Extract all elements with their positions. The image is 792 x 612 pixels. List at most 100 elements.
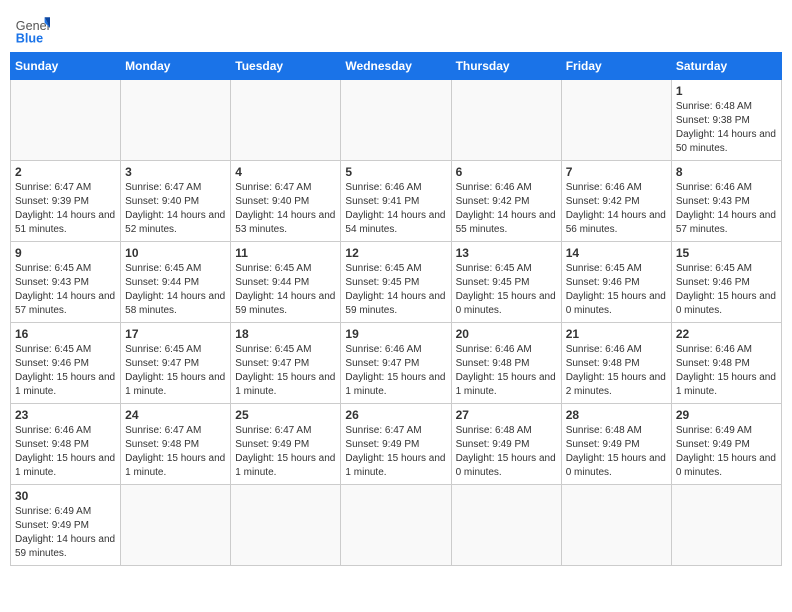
day-info: Sunrise: 6:47 AM Sunset: 9:49 PM Dayligh… [235,424,336,480]
day-info: Sunrise: 6:48 AM Sunset: 9:49 PM Dayligh… [566,424,667,480]
day-number: 26 [345,408,446,422]
calendar-cell [231,485,341,566]
day-info: Sunrise: 6:49 AM Sunset: 9:49 PM Dayligh… [676,424,777,480]
day-number: 15 [676,246,777,260]
day-info: Sunrise: 6:45 AM Sunset: 9:44 PM Dayligh… [235,262,336,318]
week-row-2: 9 Sunrise: 6:45 AM Sunset: 9:43 PM Daylig… [11,242,782,323]
calendar-cell [231,80,341,161]
calendar-cell: 30 Sunrise: 6:49 AM Sunset: 9:49 PM Dayli… [11,485,121,566]
day-header-monday: Monday [121,53,231,80]
day-info: Sunrise: 6:46 AM Sunset: 9:48 PM Dayligh… [566,343,667,399]
calendar-cell: 19Sunrise: 6:46 AM Sunset: 9:47 PM Dayli… [341,323,451,404]
day-info: Sunrise: 6:45 AM Sunset: 9:47 PM Dayligh… [125,343,226,399]
day-number: 10 [125,246,226,260]
day-info: Sunrise: 6:47 AM Sunset: 9:49 PM Dayligh… [345,424,446,480]
calendar-cell: 20 Sunrise: 6:46 AM Sunset: 9:48 PM Dayli… [451,323,561,404]
day-header-friday: Friday [561,53,671,80]
calendar-cell: 13 Sunrise: 6:45 AM Sunset: 9:45 PM Dayli… [451,242,561,323]
day-header-sunday: Sunday [11,53,121,80]
day-info: Sunrise: 6:46 AM Sunset: 9:41 PM Dayligh… [345,181,446,237]
calendar-cell [451,80,561,161]
calendar-cell: 18 Sunrise: 6:45 AM Sunset: 9:47 PM Dayli… [231,323,341,404]
day-number: 13 [456,246,557,260]
page-header: General Blue [10,10,782,46]
calendar-cell: 27 Sunrise: 6:48 AM Sunset: 9:49 PM Dayli… [451,404,561,485]
day-number: 25 [235,408,336,422]
calendar-cell: 16 Sunrise: 6:45 AM Sunset: 9:46 PM Dayli… [11,323,121,404]
calendar-cell [451,485,561,566]
day-info: Sunrise: 6:45 AM Sunset: 9:45 PM Dayligh… [345,262,446,318]
day-info: Sunrise: 6:45 AM Sunset: 9:46 PM Dayligh… [566,262,667,318]
calendar-cell: 1 Sunrise: 6:48 AM Sunset: 9:38 PM Daylig… [671,80,781,161]
day-info: Sunrise: 6:45 AM Sunset: 9:45 PM Dayligh… [456,262,557,318]
calendar-cell: 4Sunrise: 6:47 AM Sunset: 9:40 PM Daylig… [231,161,341,242]
day-info: Sunrise: 6:49 AM Sunset: 9:49 PM Dayligh… [15,505,116,561]
day-info: Sunrise: 6:45 AM Sunset: 9:43 PM Dayligh… [15,262,116,318]
week-row-3: 16 Sunrise: 6:45 AM Sunset: 9:46 PM Dayli… [11,323,782,404]
day-number: 22 [676,327,777,341]
day-number: 5 [345,165,446,179]
calendar-cell: 15 Sunrise: 6:45 AM Sunset: 9:46 PM Dayli… [671,242,781,323]
day-info: Sunrise: 6:47 AM Sunset: 9:48 PM Dayligh… [125,424,226,480]
day-number: 30 [15,489,116,503]
calendar-cell: 6Sunrise: 6:46 AM Sunset: 9:42 PM Daylig… [451,161,561,242]
svg-text:Blue: Blue [16,31,43,45]
day-number: 9 [15,246,116,260]
day-number: 23 [15,408,116,422]
calendar-cell [11,80,121,161]
day-info: Sunrise: 6:45 AM Sunset: 9:44 PM Dayligh… [125,262,226,318]
week-row-1: 2Sunrise: 6:47 AM Sunset: 9:39 PM Daylig… [11,161,782,242]
calendar-cell: 10 Sunrise: 6:45 AM Sunset: 9:44 PM Dayli… [121,242,231,323]
day-number: 16 [15,327,116,341]
calendar-cell: 29 Sunrise: 6:49 AM Sunset: 9:49 PM Dayli… [671,404,781,485]
day-number: 14 [566,246,667,260]
calendar-cell [671,485,781,566]
day-number: 7 [566,165,667,179]
logo: General Blue [14,10,50,46]
calendar-cell: 2Sunrise: 6:47 AM Sunset: 9:39 PM Daylig… [11,161,121,242]
day-header-tuesday: Tuesday [231,53,341,80]
day-info: Sunrise: 6:47 AM Sunset: 9:40 PM Dayligh… [125,181,226,237]
calendar-cell [561,80,671,161]
day-number: 29 [676,408,777,422]
day-info: Sunrise: 6:46 AM Sunset: 9:42 PM Dayligh… [566,181,667,237]
calendar-cell: 22 Sunrise: 6:46 AM Sunset: 9:48 PM Dayli… [671,323,781,404]
calendar-cell: 3 Sunrise: 6:47 AM Sunset: 9:40 PM Daylig… [121,161,231,242]
day-info: Sunrise: 6:46 AM Sunset: 9:48 PM Dayligh… [676,343,777,399]
day-info: Sunrise: 6:46 AM Sunset: 9:48 PM Dayligh… [15,424,116,480]
calendar-cell: 14 Sunrise: 6:45 AM Sunset: 9:46 PM Dayli… [561,242,671,323]
calendar-table: SundayMondayTuesdayWednesdayThursdayFrid… [10,52,782,566]
calendar-cell: 21 Sunrise: 6:46 AM Sunset: 9:48 PM Dayli… [561,323,671,404]
day-number: 3 [125,165,226,179]
day-number: 21 [566,327,667,341]
day-number: 19 [345,327,446,341]
day-number: 1 [676,84,777,98]
day-info: Sunrise: 6:46 AM Sunset: 9:48 PM Dayligh… [456,343,557,399]
day-number: 4 [235,165,336,179]
day-info: Sunrise: 6:45 AM Sunset: 9:46 PM Dayligh… [15,343,116,399]
day-info: Sunrise: 6:48 AM Sunset: 9:38 PM Dayligh… [676,100,777,156]
day-number: 8 [676,165,777,179]
day-number: 27 [456,408,557,422]
calendar-cell: 23 Sunrise: 6:46 AM Sunset: 9:48 PM Dayli… [11,404,121,485]
logo-icon: General Blue [14,10,50,46]
week-row-5: 30 Sunrise: 6:49 AM Sunset: 9:49 PM Dayli… [11,485,782,566]
day-info: Sunrise: 6:47 AM Sunset: 9:39 PM Dayligh… [15,181,116,237]
day-number: 28 [566,408,667,422]
day-number: 17 [125,327,226,341]
day-number: 18 [235,327,336,341]
day-number: 20 [456,327,557,341]
calendar-cell: 11Sunrise: 6:45 AM Sunset: 9:44 PM Dayli… [231,242,341,323]
day-header-wednesday: Wednesday [341,53,451,80]
calendar-cell [561,485,671,566]
day-info: Sunrise: 6:46 AM Sunset: 9:43 PM Dayligh… [676,181,777,237]
calendar-cell [341,485,451,566]
day-info: Sunrise: 6:48 AM Sunset: 9:49 PM Dayligh… [456,424,557,480]
day-info: Sunrise: 6:45 AM Sunset: 9:47 PM Dayligh… [235,343,336,399]
calendar-cell: 7 Sunrise: 6:46 AM Sunset: 9:42 PM Daylig… [561,161,671,242]
calendar-cell: 26 Sunrise: 6:47 AM Sunset: 9:49 PM Dayli… [341,404,451,485]
day-info: Sunrise: 6:45 AM Sunset: 9:46 PM Dayligh… [676,262,777,318]
week-row-4: 23 Sunrise: 6:46 AM Sunset: 9:48 PM Dayli… [11,404,782,485]
calendar-cell [121,485,231,566]
calendar-cell: 8 Sunrise: 6:46 AM Sunset: 9:43 PM Daylig… [671,161,781,242]
